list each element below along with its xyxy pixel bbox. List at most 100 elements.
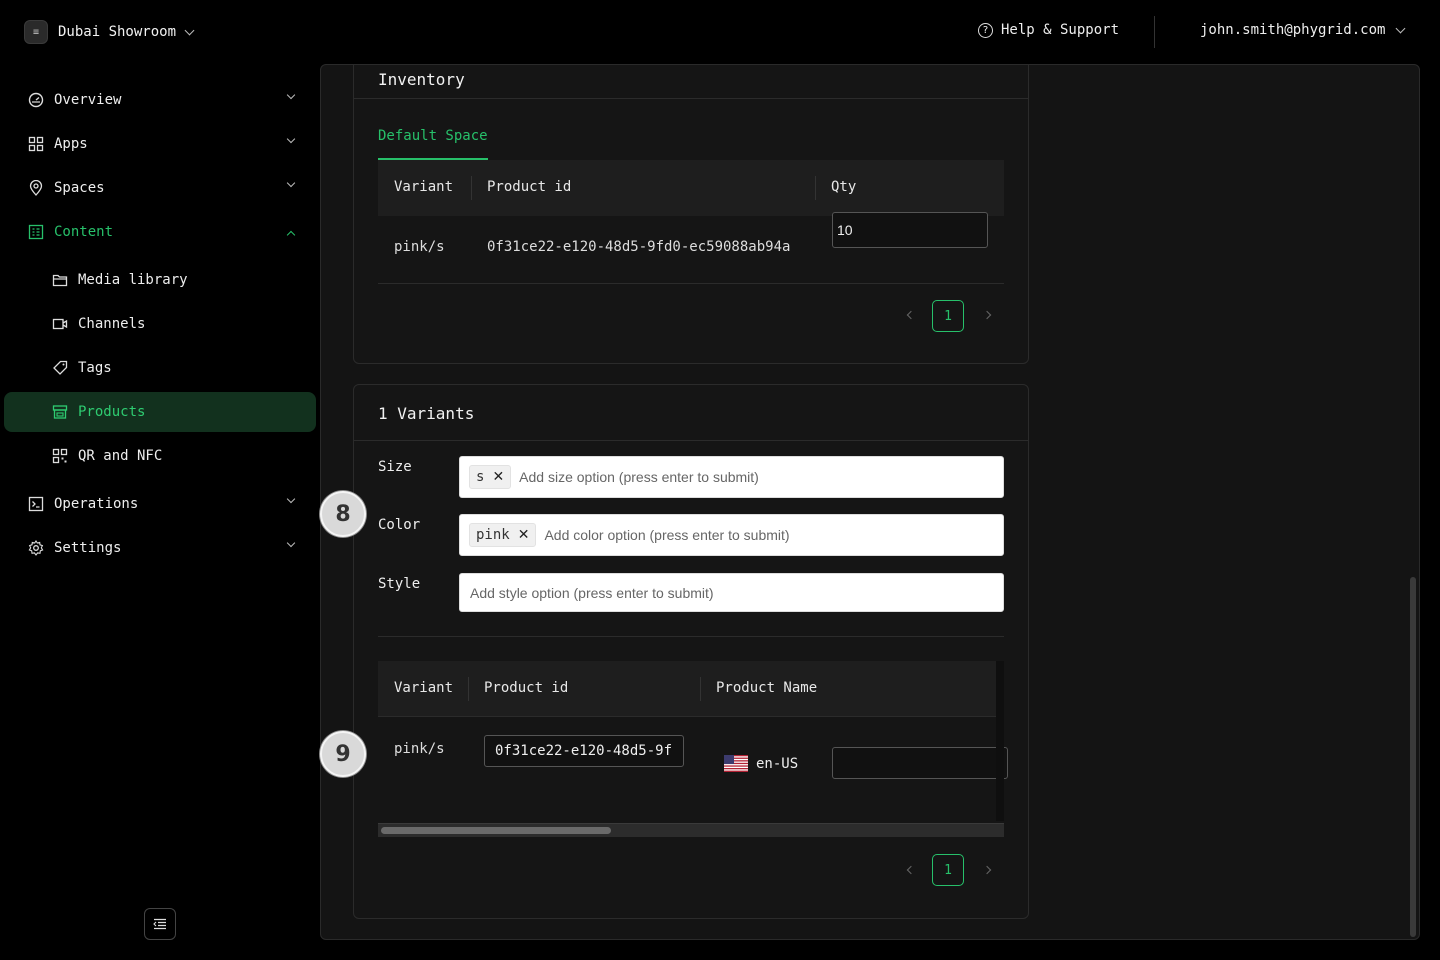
color-options-input[interactable]: pink ✕ Add color option (press enter to … (459, 514, 1004, 556)
terminal-icon (28, 496, 44, 512)
chevron-up-icon (286, 230, 296, 240)
variants-card: 1 Variants Size s ✕ Add size option (pre… (353, 384, 1029, 919)
sidebar-item-spaces[interactable]: Spaces (4, 168, 316, 208)
variant-cell: pink/s (394, 741, 445, 757)
tag-label: pink (476, 527, 510, 543)
user-menu[interactable]: john.smith@phygrid.com (1200, 22, 1406, 38)
main-panel: Inventory Default Space Variant Product … (320, 64, 1420, 940)
chevron-down-icon (286, 134, 296, 144)
size-input-placeholder: Add size option (press enter to submit) (519, 469, 759, 485)
close-icon[interactable]: ✕ (518, 527, 530, 543)
tag-icon (52, 360, 68, 376)
locale-label: en-US (756, 756, 799, 772)
chevron-down-icon (286, 538, 296, 548)
size-tag: s ✕ (469, 465, 512, 489)
style-options-input[interactable]: Add style option (press enter to submit) (459, 573, 1004, 612)
page-number-button[interactable]: 1 (932, 854, 964, 886)
main-vertical-scrollbar[interactable] (1410, 577, 1416, 937)
column-separator (815, 176, 816, 200)
close-icon[interactable]: ✕ (492, 469, 504, 485)
prev-page-icon[interactable] (906, 865, 916, 875)
row-divider (378, 283, 1004, 284)
gear-icon (28, 540, 44, 556)
video-icon (52, 316, 68, 332)
sidebar-item-label: Tags (78, 360, 112, 376)
table-horizontal-scrollbar[interactable] (378, 823, 1004, 837)
scrollbar-thumb[interactable] (381, 827, 611, 834)
size-options-input[interactable]: s ✕ Add size option (press enter to subm… (459, 456, 1004, 498)
sidebar-item-label: Media library (78, 272, 188, 288)
help-circle-icon: ? (978, 22, 993, 38)
sidebar-item-label: Operations (54, 496, 139, 512)
next-page-icon[interactable] (982, 310, 992, 320)
product-id-cell: 0f31ce22-e120-48d5-9fd0-ec59088ab94a (487, 239, 791, 255)
gauge-icon (28, 92, 44, 108)
color-label: Color (378, 517, 421, 533)
column-header: Variant (394, 680, 454, 696)
tag-label: s (476, 469, 485, 485)
workspace-logo-icon: ≡ (24, 20, 48, 44)
next-page-icon[interactable] (982, 865, 992, 875)
chevron-down-icon (184, 25, 195, 35)
page-number-button[interactable]: 1 (932, 300, 964, 332)
sidebar-item-label: Products (78, 404, 146, 420)
section-divider (378, 636, 1004, 637)
product-name-input[interactable] (832, 747, 1008, 779)
column-header: Variant (394, 179, 454, 195)
collapse-sidebar-button[interactable] (144, 908, 176, 940)
tab-default-space[interactable]: Default Space (378, 128, 488, 144)
card-divider (354, 440, 1028, 441)
header-divider (1154, 16, 1155, 48)
column-header: Product Name (716, 680, 818, 696)
sidebar-item-content[interactable]: Content (4, 212, 316, 252)
step-badge-8: 8 (320, 491, 366, 537)
folder-icon (52, 272, 68, 288)
sidebar-item-qr-and-nfc[interactable]: QR and NFC (4, 436, 316, 476)
sidebar-item-channels[interactable]: Channels (4, 304, 316, 344)
content-icon (28, 224, 44, 240)
sidebar-item-label: QR and NFC (78, 448, 163, 464)
sidebar-item-label: Content (54, 224, 114, 240)
variants-title: 1 Variants (378, 404, 475, 423)
top-bar: ≡ Dubai Showroom ? Help & Support john.s… (0, 0, 1440, 64)
product-id-input[interactable]: 0f31ce22-e120-48d5-9f (484, 735, 684, 767)
us-flag-icon (724, 755, 748, 772)
sidebar-item-label: Settings (54, 540, 122, 556)
workspace-switcher[interactable]: ≡ Dubai Showroom (24, 20, 195, 44)
sidebar-item-apps[interactable]: Apps (4, 124, 316, 164)
prev-page-icon[interactable] (906, 310, 916, 320)
step-badge-9: 9 (320, 731, 366, 777)
column-header: Product id (487, 179, 572, 195)
sidebar-item-media-library[interactable]: Media library (4, 260, 316, 300)
style-input-placeholder: Add style option (press enter to submit) (470, 584, 714, 601)
column-header: Product id (484, 680, 569, 696)
user-email: john.smith@phygrid.com (1200, 22, 1386, 38)
help-support-link[interactable]: ? Help & Support (978, 22, 1119, 38)
sidebar-item-label: Channels (78, 316, 146, 332)
inventory-table-header: Variant Product id Qty (378, 160, 1004, 216)
store-icon (52, 404, 68, 420)
variants-table-header: Variant Product id Product Name (378, 661, 1004, 716)
sidebar-item-products[interactable]: Products (4, 392, 316, 432)
sidebar-item-operations[interactable]: Operations (4, 484, 316, 524)
style-label: Style (378, 576, 421, 592)
sidebar-item-tags[interactable]: Tags (4, 348, 316, 388)
chevron-down-icon (286, 494, 296, 504)
sidebar-item-overview[interactable]: Overview (4, 80, 316, 120)
help-support-label: Help & Support (1001, 22, 1120, 38)
column-separator (700, 677, 701, 701)
chevron-down-icon (286, 90, 296, 100)
collapse-menu-icon (153, 918, 166, 930)
sidebar-item-label: Apps (54, 136, 88, 152)
qty-input[interactable]: 10 (832, 212, 988, 248)
grid-icon (28, 136, 44, 152)
color-input-placeholder: Add color option (press enter to submit) (544, 527, 790, 543)
sidebar-item-settings[interactable]: Settings (4, 528, 316, 568)
card-divider (354, 98, 1028, 99)
variant-cell: pink/s (394, 239, 445, 255)
color-tag: pink ✕ (469, 523, 537, 547)
workspace-name: Dubai Showroom (58, 24, 177, 40)
column-header: Qty (831, 179, 857, 195)
inventory-title: Inventory (378, 70, 465, 89)
column-separator (468, 677, 469, 701)
